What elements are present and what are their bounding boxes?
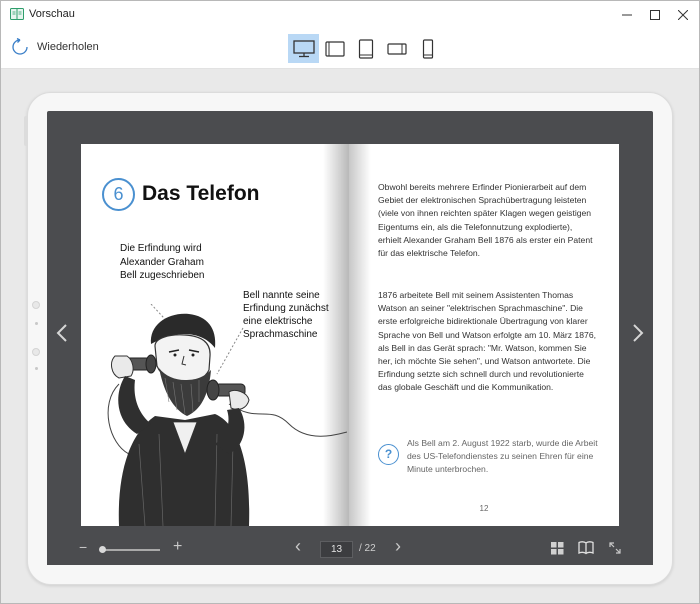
next-page-button[interactable]: ›	[395, 536, 401, 557]
tablet-portrait-icon	[358, 38, 373, 59]
viewer-controls: − + ‹ 13 / 22 ›	[47, 531, 653, 565]
device-sensor-dot	[35, 322, 38, 325]
previous-spread-arrow-icon[interactable]	[55, 323, 69, 343]
bell-telephone-illustration	[107, 304, 347, 526]
reload-icon	[12, 38, 28, 55]
zoom-out-button[interactable]: −	[79, 539, 87, 555]
book-page-left: 6 Das Telefon Die Erfindung wird Alexand…	[81, 144, 349, 526]
tablet-landscape-icon	[324, 40, 345, 57]
close-button[interactable]	[665, 1, 700, 28]
reload-button[interactable]: Wiederholen	[11, 38, 99, 56]
book-view-icon[interactable]	[578, 541, 594, 555]
next-spread-arrow-icon[interactable]	[631, 323, 645, 343]
device-tablet-portrait-button[interactable]	[350, 34, 381, 63]
phone-portrait-icon	[422, 38, 433, 59]
chapter-number: 6	[102, 178, 135, 211]
reload-label: Wiederholen	[37, 41, 99, 53]
device-camera-dot	[32, 301, 40, 309]
chapter-title: Das Telefon	[142, 182, 260, 205]
fullscreen-icon[interactable]	[609, 542, 621, 554]
device-phone-portrait-button[interactable]	[412, 34, 443, 63]
device-switcher	[288, 34, 443, 63]
device-tablet-landscape-button[interactable]	[319, 34, 350, 63]
close-icon	[678, 9, 688, 20]
zoom-slider[interactable]	[102, 549, 160, 551]
maximize-icon	[650, 9, 660, 20]
book-page-right: Obwohl bereits mehrere Erfinder Pioniera…	[349, 144, 619, 526]
current-page-input[interactable]: 13	[320, 541, 353, 558]
minimize-icon	[622, 14, 632, 15]
total-pages: / 22	[359, 543, 376, 554]
caption-inventor: Die Erfindung wird Alexander Graham Bell…	[120, 243, 205, 281]
prev-page-button[interactable]: ‹	[295, 536, 301, 557]
window-title: Vorschau	[29, 8, 75, 20]
preview-window: Vorschau Wiederholen 6 Das Telefon Die E…	[0, 0, 700, 604]
monitor-icon	[292, 39, 315, 57]
page-gutter-shadow	[349, 144, 371, 526]
title-bar: Vorschau	[1, 1, 699, 28]
device-sensor-dot	[35, 367, 38, 370]
device-home-dot	[32, 348, 40, 356]
device-desktop-button[interactable]	[288, 34, 319, 63]
zoom-slider-handle[interactable]	[99, 546, 106, 553]
grid-view-icon[interactable]	[551, 542, 564, 555]
device-side-button	[24, 116, 28, 146]
zoom-in-button[interactable]: +	[173, 538, 182, 556]
body-paragraph-1: Obwohl bereits mehrere Erfinder Pioniera…	[378, 182, 593, 259]
question-info-icon: ?	[378, 444, 399, 465]
book-app-icon	[10, 8, 24, 20]
toolbar: Wiederholen	[1, 28, 699, 69]
phone-landscape-icon	[386, 42, 407, 55]
info-note: Als Bell am 2. August 1922 starb, wurde …	[407, 438, 598, 474]
body-paragraph-2: 1876 arbeitete Bell mit seinem Assistent…	[378, 290, 596, 393]
device-phone-landscape-button[interactable]	[381, 34, 412, 63]
page-number: 12	[479, 504, 489, 513]
